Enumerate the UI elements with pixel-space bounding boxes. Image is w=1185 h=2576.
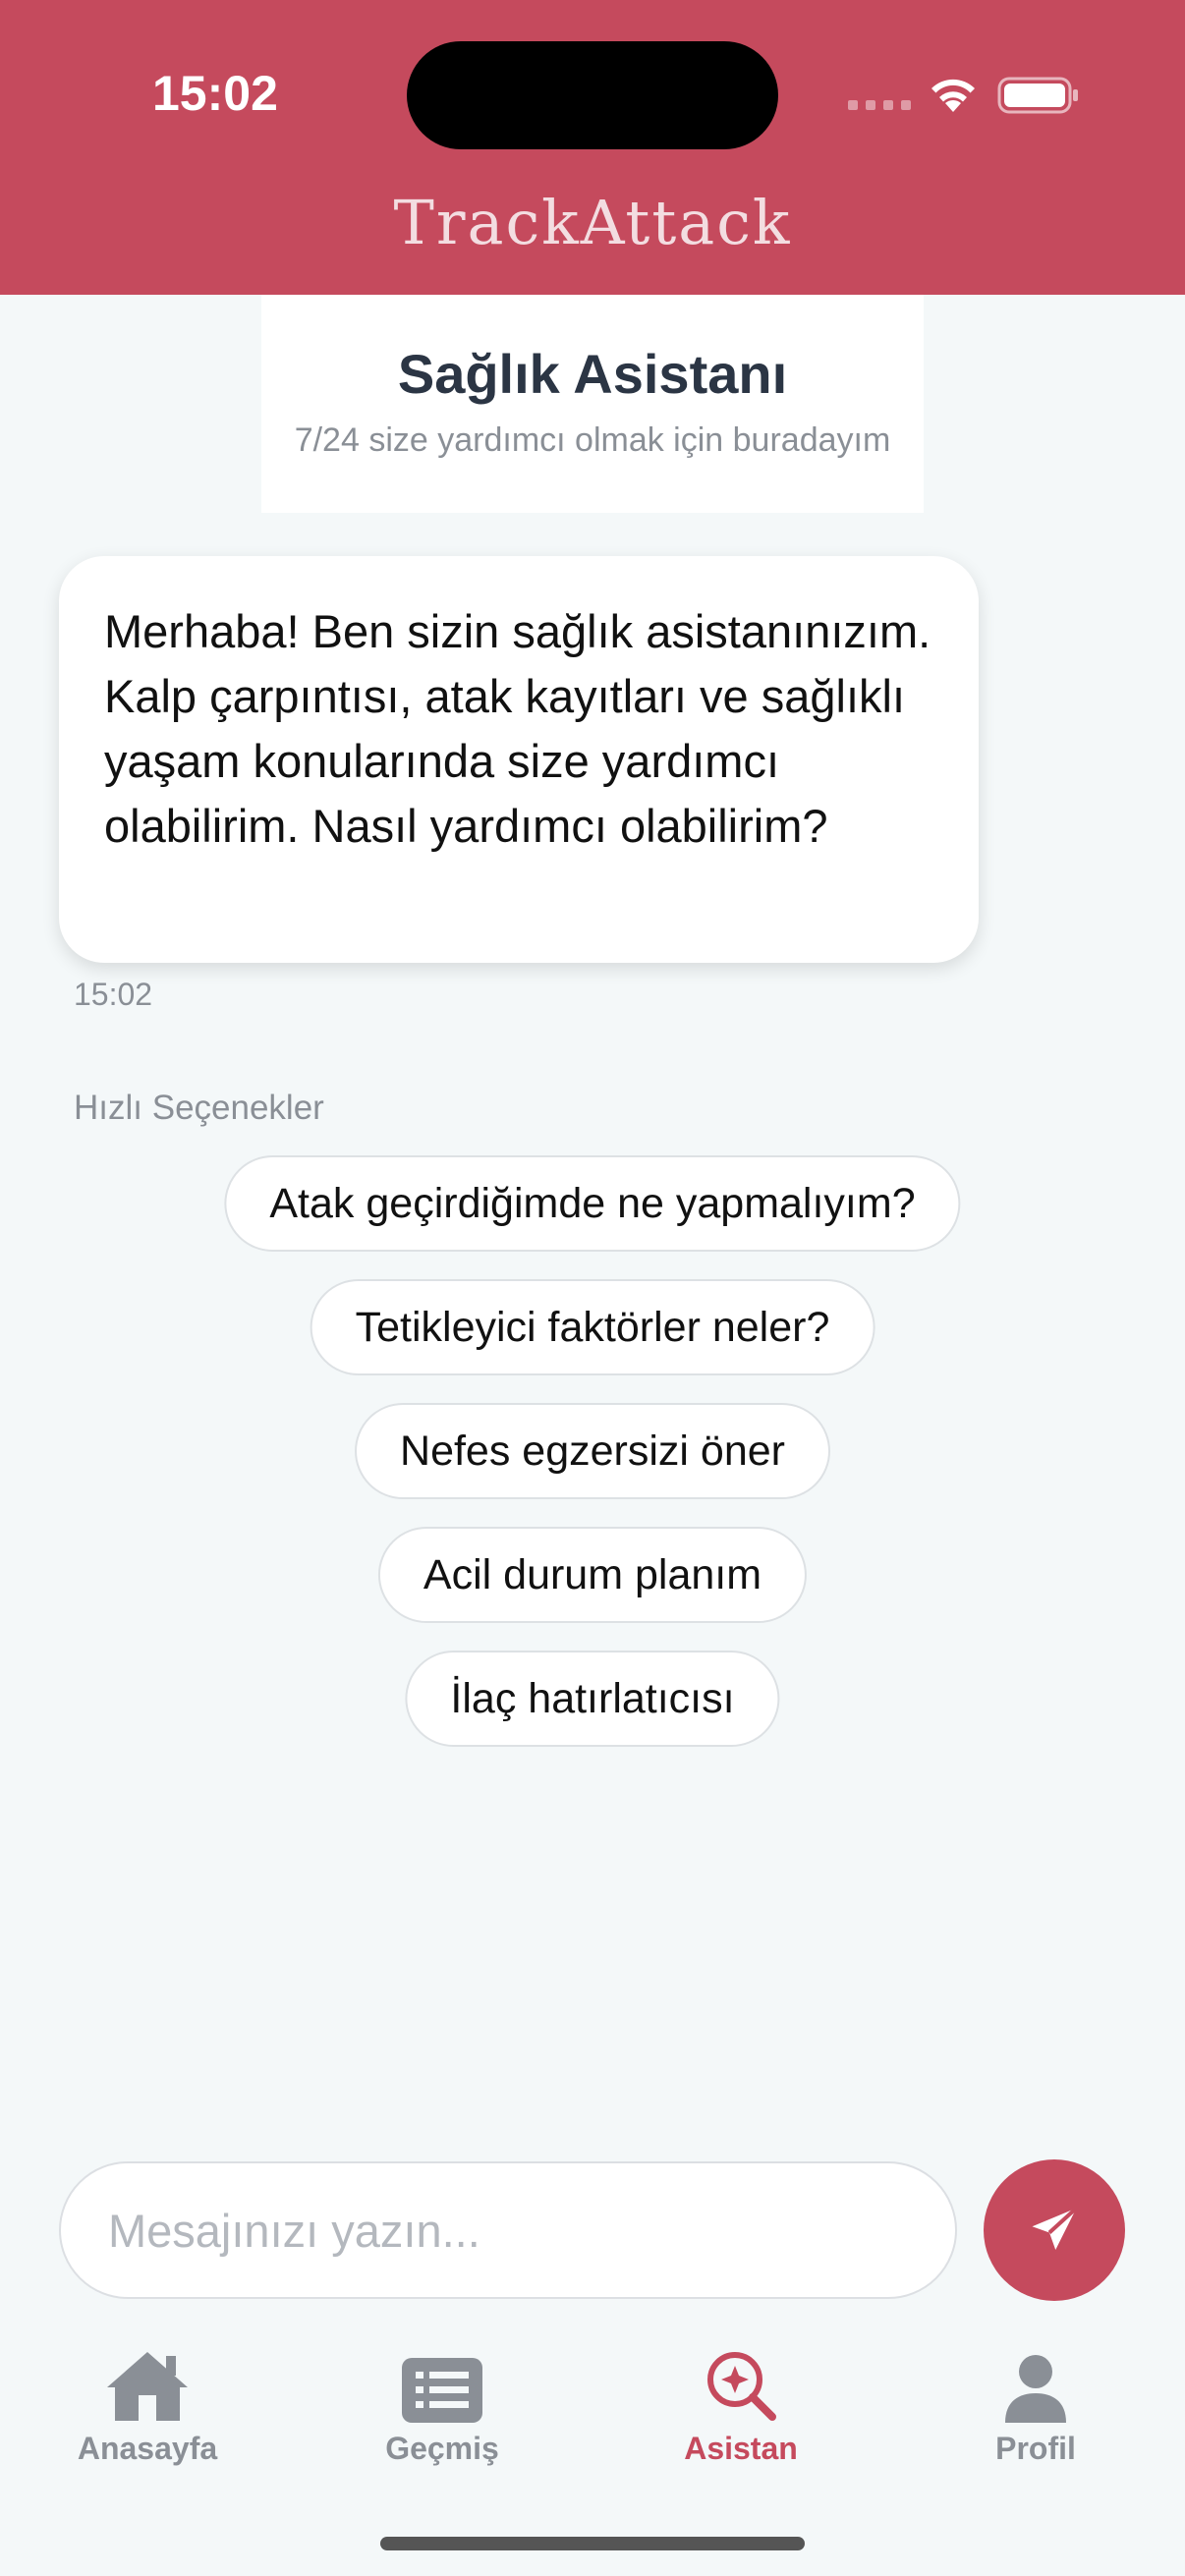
assistant-info: Sağlık Asistanı 7/24 size yardımcı olmak… (261, 295, 924, 513)
nav-item-home[interactable]: Anasayfa (29, 2328, 265, 2467)
cellular-signal-icon (848, 100, 911, 110)
nav-label-assistant: Asistan (684, 2431, 798, 2466)
quick-options-label: Hızlı Seçenekler (74, 1089, 324, 1127)
search-sparkle-icon (707, 2352, 776, 2421)
nav-item-assistant[interactable]: Asistan (623, 2328, 859, 2467)
nav-label-profile: Profil (995, 2431, 1076, 2466)
battery-icon (997, 77, 1078, 114)
home-icon (107, 2352, 188, 2421)
nav-item-history[interactable]: Geçmiş (324, 2328, 560, 2467)
assistant-title: Sağlık Asistanı (397, 343, 788, 405)
status-time: 15:02 (152, 66, 278, 121)
assistant-message-bubble: Merhaba! Ben sizin sağlık asistanınızım.… (59, 556, 979, 963)
list-icon (402, 2358, 482, 2423)
send-icon (1032, 2207, 1078, 2250)
nav-label-home: Anasayfa (77, 2431, 218, 2466)
message-input[interactable] (106, 2202, 955, 2259)
nav-label-history: Geçmiş (385, 2431, 499, 2466)
wifi-icon (931, 79, 975, 112)
home-indicator (380, 2537, 805, 2550)
dynamic-island (407, 41, 778, 149)
nav-item-profile[interactable]: Profil (918, 2328, 1154, 2467)
quick-option-chip[interactable]: İlaç hatırlatıcısı (405, 1651, 780, 1747)
app-title: TrackAttack (393, 187, 792, 258)
app-header: 15:02 TrackAttack (0, 0, 1185, 295)
message-input-container (59, 2161, 957, 2299)
bottom-navigation: Anasayfa Geçmiş Asistan Profil (0, 2328, 1185, 2486)
send-button[interactable] (984, 2159, 1125, 2301)
quick-option-chip[interactable]: Atak geçirdiğimde ne yapmalıyım? (224, 1155, 961, 1252)
quick-option-chip[interactable]: Acil durum planım (377, 1527, 808, 1623)
person-icon (1005, 2355, 1066, 2423)
message-timestamp: 15:02 (74, 977, 153, 1012)
quick-option-chip[interactable]: Tetikleyici faktörler neler? (310, 1279, 875, 1375)
assistant-subtitle: 7/24 size yardımcı olmak için buradayım (294, 421, 891, 459)
quick-option-chip[interactable]: Nefes egzersizi öner (355, 1403, 830, 1499)
